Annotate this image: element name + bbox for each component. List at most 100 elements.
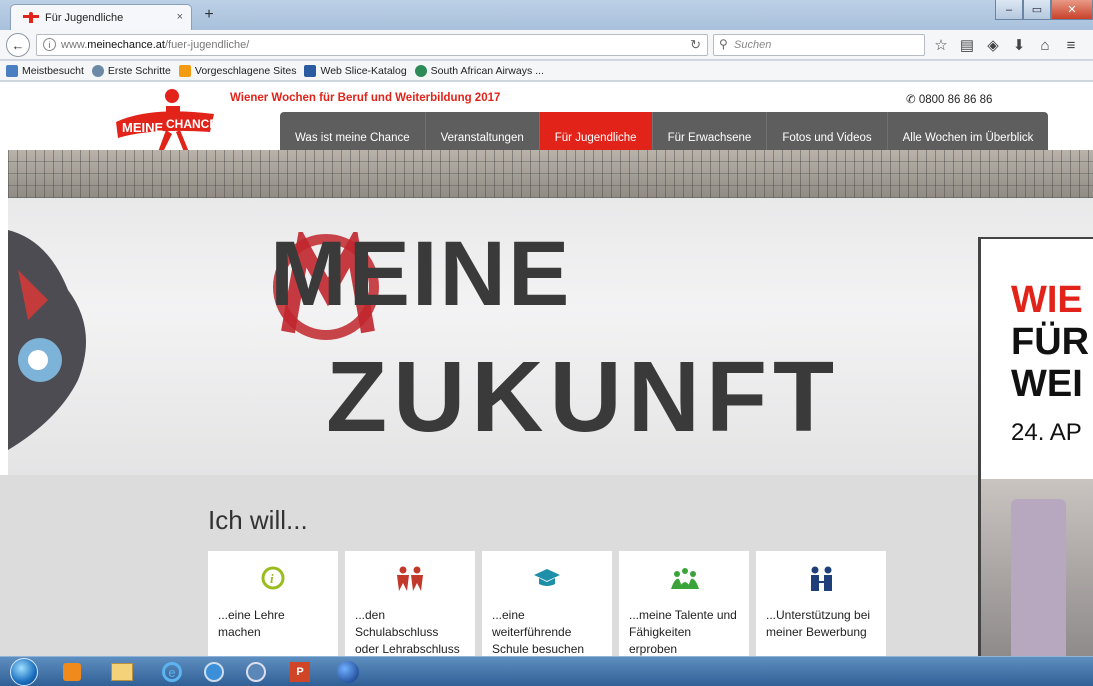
lync-icon[interactable] — [234, 658, 278, 686]
bookmark-star-icon[interactable]: ☆ — [928, 35, 954, 55]
menu-item-was-ist-meine-chance[interactable]: Was ist meine Chance — [280, 112, 426, 150]
hero-text-zukunft: ZUKUNFT — [326, 341, 841, 453]
search-icon: ⚲ — [719, 37, 728, 51]
back-button[interactable]: ← — [6, 33, 30, 57]
start-button[interactable] — [10, 658, 38, 686]
advertising-column — [1011, 499, 1066, 656]
bookmark-label: Erste Schritte — [107, 64, 171, 77]
menu-item-fuer-erwachsene[interactable]: Für Erwachsene — [652, 112, 768, 150]
phone-number-text: 0800 86 86 86 — [918, 94, 993, 106]
ich-will-section: Ich will... i ...eine Lehre machen ...de… — [0, 475, 978, 656]
card-label: ...eine weiterführende Schule besuchen — [492, 608, 585, 656]
card-lehre[interactable]: i ...eine Lehre machen — [208, 551, 338, 656]
svg-text:i: i — [270, 571, 274, 586]
pocket-icon[interactable]: ◈ — [980, 35, 1006, 55]
url-prefix: www. — [61, 39, 88, 51]
card-bewerbung[interactable]: ...Unterstützung bei meiner Bewerbung — [756, 551, 886, 656]
menu-hamburger-icon[interactable]: ≡ — [1058, 35, 1084, 55]
bookmark-label: Web Slice-Katalog — [320, 64, 407, 77]
web-page: MEINE CHANCE Wiener Wochen für Beruf und… — [0, 82, 1093, 656]
bookmark-label: Vorgeschlagene Sites — [194, 64, 297, 77]
url-bar[interactable]: i www. meinechance.at/fuer-jugendliche/ ↻ — [36, 34, 708, 56]
file-explorer-icon[interactable] — [100, 658, 144, 686]
group-icon — [671, 568, 699, 589]
navigation-toolbar: ← i www. meinechance.at/fuer-jugendliche/… — [0, 30, 1093, 60]
card-label: ...eine Lehre machen — [218, 608, 285, 639]
card-label: ...den Schulabschluss oder Lehrabschluss — [355, 608, 460, 656]
bookmark-meistbesucht[interactable]: Meistbesucht — [6, 64, 84, 77]
graffiti-art-left — [8, 230, 86, 450]
card-label: ...meine Talente und Fähigkeiten erprobe… — [629, 608, 737, 656]
logo-text-chance: CHANCE — [166, 117, 217, 131]
close-window-button[interactable]: ✕ — [1051, 0, 1093, 20]
people-icon — [397, 566, 423, 591]
bookmarks-toolbar: Meistbesucht Erste Schritte Vorgeschlage… — [0, 61, 1093, 81]
graduation-cap-icon — [534, 569, 560, 586]
hero-image: MEINE ZUKUNFT — [8, 150, 1093, 475]
card-talente[interactable]: ...meine Talente und Fähigkeiten erprobe… — [619, 551, 749, 656]
phone-icon: ✆ — [906, 94, 919, 106]
card-label: ...Unterstützung bei meiner Bewerbung — [766, 608, 871, 639]
meine-chance-logo[interactable]: MEINE CHANCE — [110, 86, 218, 154]
phone-number[interactable]: ✆ 0800 86 86 86 — [906, 92, 992, 106]
reload-icon[interactable]: ↻ — [690, 37, 701, 53]
web-slice-icon — [304, 64, 317, 77]
section-title: Ich will... — [208, 505, 308, 535]
search-input[interactable]: ⚲ Suchen — [713, 34, 925, 56]
bookmark-erste-schritte[interactable]: Erste Schritte — [91, 64, 171, 77]
maximize-button[interactable]: ▭ — [1023, 0, 1051, 20]
logo-text-meine: MEINE — [122, 120, 164, 135]
menu-item-veranstaltungen[interactable]: Veranstaltungen — [425, 112, 540, 150]
minimize-button[interactable]: – — [995, 0, 1023, 20]
home-icon[interactable]: ⌂ — [1032, 35, 1058, 55]
bookmark-south-african-airways[interactable]: South African Airways ... — [414, 64, 544, 77]
bookmark-vorgeschlagene-sites[interactable]: Vorgeschlagene Sites — [178, 64, 297, 77]
choice-cards: i ...eine Lehre machen ...den Schulabsch… — [208, 551, 893, 656]
url-path: /fuer-jugendliche/ — [164, 39, 250, 51]
messenger-icon[interactable] — [192, 658, 236, 686]
search-placeholder: Suchen — [734, 39, 772, 51]
site-tagline: Wiener Wochen für Beruf und Weiterbildun… — [230, 92, 501, 104]
media-player-icon[interactable] — [50, 658, 94, 686]
site-info-icon[interactable]: i — [43, 38, 56, 51]
site-favicon-icon — [23, 12, 39, 23]
consulting-icon — [811, 566, 832, 591]
folder-icon — [6, 64, 18, 77]
ad-date: 24. AP — [1011, 419, 1082, 446]
url-domain: meinechance.at — [87, 39, 165, 51]
bookmark-label: Meistbesucht — [22, 64, 84, 77]
overlay-advert-panel[interactable]: WIE FÜR WEI 24. AP — [978, 237, 1093, 656]
menu-item-fuer-jugendliche[interactable]: Für Jugendliche — [539, 112, 653, 150]
menu-item-alle-wochen[interactable]: Alle Wochen im Überblick — [887, 112, 1049, 150]
bookmark-web-slice-katalog[interactable]: Web Slice-Katalog — [304, 64, 407, 77]
tab-fuer-jugendliche[interactable]: Für Jugendliche × — [10, 4, 192, 30]
fence-background — [8, 150, 1093, 198]
hero-text-meine: MEINE — [270, 223, 572, 325]
info-circle-icon: i — [261, 566, 285, 590]
back-arrow-icon: ← — [11, 37, 25, 53]
ad-line-1: WIE — [1011, 279, 1083, 321]
ad-line-2: FÜR — [1011, 321, 1090, 363]
menu-item-fotos-und-videos[interactable]: Fotos und Videos — [767, 112, 888, 150]
suggested-sites-icon — [178, 64, 191, 77]
reading-list-icon[interactable]: ▤ — [954, 35, 980, 55]
internet-explorer-icon[interactable]: e — [150, 658, 194, 686]
card-weiterfuehrende-schule[interactable]: ...eine weiterführende Schule besuchen — [482, 551, 612, 656]
toolbar-icons: ☆ ▤ ◈ ⬇ ⌂ ≡ — [928, 35, 1084, 55]
download-icon[interactable]: ⬇ — [1006, 35, 1032, 55]
powerpoint-icon[interactable]: P — [278, 658, 322, 686]
card-schulabschluss[interactable]: ...den Schulabschluss oder Lehrabschluss — [345, 551, 475, 656]
tab-title: Für Jugendliche — [45, 11, 124, 24]
airline-icon — [414, 64, 427, 77]
bookmark-label: South African Airways ... — [430, 64, 544, 77]
ad-advertising-column-photo — [981, 479, 1093, 656]
new-tab-button[interactable]: + — [199, 6, 219, 24]
main-menu: Was ist meine Chance Veranstaltungen Für… — [280, 112, 1049, 150]
browser-tab-bar: Für Jugendliche × + – ▭ ✕ — [0, 0, 1093, 30]
window-controls: – ▭ ✕ — [995, 0, 1093, 22]
tab-close-icon[interactable]: × — [177, 11, 183, 23]
browser-globe-icon[interactable] — [326, 658, 370, 686]
globe-icon — [91, 64, 104, 77]
ad-line-3: WEI — [1011, 363, 1083, 405]
windows-taskbar: e P — [0, 656, 1093, 686]
